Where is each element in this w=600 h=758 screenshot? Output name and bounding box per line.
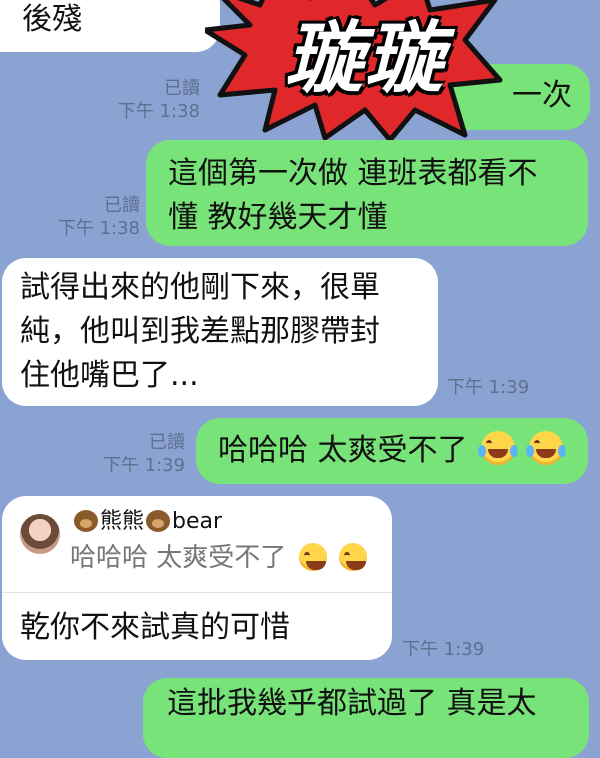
joy-emoji-icon xyxy=(338,543,367,571)
message-time: 下午 1:39 xyxy=(447,377,530,398)
message-text-line: 住他嘴巴了... xyxy=(20,358,199,393)
message-text: 這批我幾乎都試過了 真是太 xyxy=(167,686,537,721)
message-bubble-incoming[interactable]: 後殘 xyxy=(0,0,220,52)
message-bubble-outgoing[interactable]: 哈哈哈 太爽受不了 xyxy=(196,418,588,484)
message-bubble-outgoing[interactable]: 這批我幾乎都試過了 真是太 xyxy=(143,678,589,758)
joy-emoji-icon xyxy=(298,543,327,571)
message-text-line: 純，他叫到我差點那膠帶封 xyxy=(20,314,380,349)
joy-emoji-icon xyxy=(525,431,566,465)
message-time: 下午 1:39 xyxy=(102,455,185,476)
message-bubble-outgoing[interactable]: 這個第一次做 連班表都看不 懂 教好幾天才懂 xyxy=(146,140,588,246)
message-text: 後殘 xyxy=(22,2,82,37)
sticker-text: 璇璇 xyxy=(284,14,445,104)
read-receipt: 已讀 xyxy=(104,195,140,216)
message-text-line: 懂 教好幾天才懂 xyxy=(168,200,388,235)
message-text-line: 這個第一次做 連班表都看不 xyxy=(168,156,538,191)
message-text-line: 試得出來的他剛下來，很單 xyxy=(20,270,380,305)
reply-quote: 哈哈哈 太爽受不了 xyxy=(70,540,367,576)
bear-emoji-icon xyxy=(146,510,171,532)
message-bubble-incoming-reply[interactable]: 熊熊 bear 哈哈哈 太爽受不了 乾你不來試真的可惜 xyxy=(2,496,392,660)
message-time: 下午 1:39 xyxy=(402,639,485,660)
joy-emoji-icon xyxy=(478,431,519,465)
message-text: 哈哈哈 太爽受不了 xyxy=(218,433,468,468)
reply-divider xyxy=(2,592,392,593)
message-time: 下午 1:38 xyxy=(57,218,140,239)
read-receipt: 已讀 xyxy=(149,432,185,453)
bear-emoji-icon xyxy=(74,510,98,532)
avatar xyxy=(20,514,60,554)
reply-sender-name: 熊熊 bear xyxy=(72,506,222,538)
message-text: 乾你不來試真的可惜 xyxy=(20,610,290,645)
message-time: 下午 1:38 xyxy=(117,101,200,122)
message-text: 一次 xyxy=(512,78,572,113)
read-receipt: 已讀 xyxy=(164,78,200,99)
message-bubble-incoming[interactable]: 試得出來的他剛下來，很單 純，他叫到我差點那膠帶封 住他嘴巴了... xyxy=(2,258,438,406)
